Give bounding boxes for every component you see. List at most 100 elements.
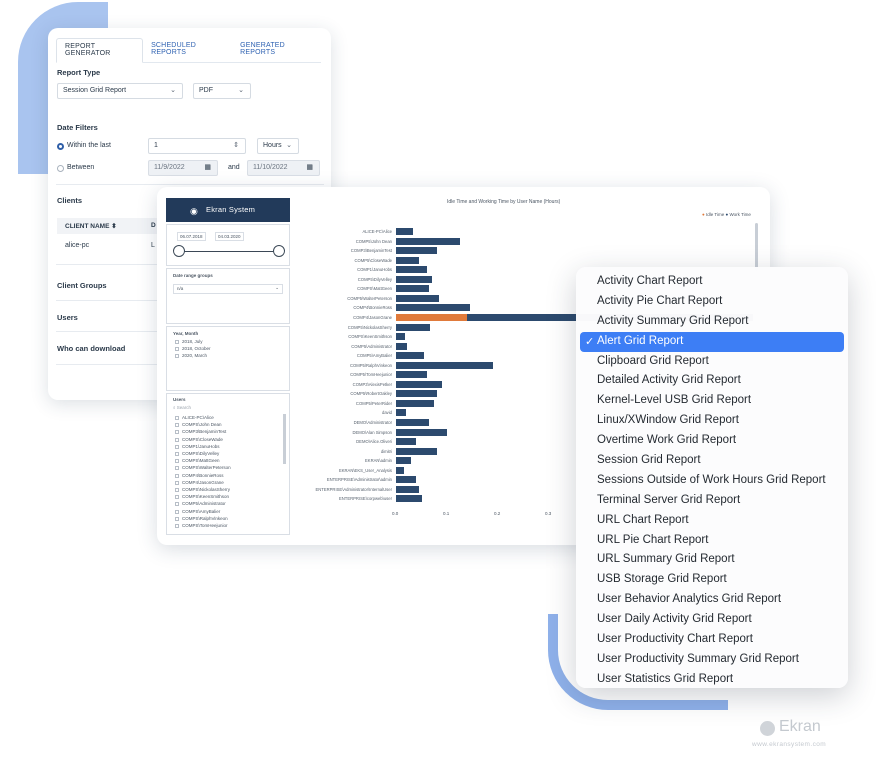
user-checkbox[interactable] <box>175 444 179 449</box>
x-tick-label: 0.2 <box>494 510 501 516</box>
bar-work[interactable] <box>396 438 417 446</box>
bar-work[interactable] <box>396 256 419 264</box>
year-month-checkbox[interactable] <box>175 340 179 344</box>
user-checkbox[interactable] <box>175 437 179 442</box>
bar-work[interactable] <box>396 342 407 350</box>
stepper-icon[interactable]: ⇕ <box>233 141 239 149</box>
dropdown-option[interactable]: USB Storage Grid Report <box>576 570 848 590</box>
client-groups-section[interactable]: Client Groups <box>57 281 107 290</box>
dropdown-option[interactable]: Session Grid Report <box>576 451 848 471</box>
bar-work[interactable] <box>396 485 419 493</box>
year-month-checkbox[interactable] <box>175 354 179 358</box>
dropdown-option[interactable]: Sessions Outside of Work Hours Grid Repo… <box>576 471 848 491</box>
user-checkbox[interactable] <box>175 473 179 478</box>
bar-work[interactable] <box>396 457 412 465</box>
user-list-item: COMP5\Administrator <box>182 501 226 507</box>
date-from-input[interactable]: 11/9/2022 ▦ <box>148 160 218 176</box>
dropdown-option[interactable]: User Behavior Analytics Grid Report <box>576 590 848 610</box>
tab-report-generator[interactable]: REPORT GENERATOR <box>56 38 144 63</box>
bar-work[interactable] <box>396 247 437 255</box>
within-value-input[interactable]: 1 ⇕ <box>148 138 246 154</box>
dropdown-option-label: Activity Summary Grid Report <box>597 314 749 327</box>
users-search-input[interactable]: ⌕ Search <box>173 405 191 410</box>
clients-label: Clients <box>57 196 83 205</box>
bar-idle[interactable] <box>396 313 468 321</box>
bar-work[interactable] <box>396 361 493 369</box>
dropdown-option[interactable]: User Productivity Summary Grid Report <box>576 650 848 670</box>
user-checkbox[interactable] <box>175 524 179 528</box>
dropdown-option[interactable]: User Statistics Grid Report <box>576 670 848 690</box>
user-checkbox[interactable] <box>175 516 179 521</box>
date-from-field[interactable]: 06.07.2018 <box>177 232 206 241</box>
unit-select[interactable]: Hours ⌄ <box>257 138 299 154</box>
year-month-checkbox[interactable] <box>175 347 179 351</box>
bar-work[interactable] <box>396 323 431 331</box>
users-section[interactable]: Users <box>57 313 78 322</box>
dropdown-option[interactable]: Overtime Work Grid Report <box>576 431 848 451</box>
bar-work[interactable] <box>396 380 442 388</box>
dropdown-option[interactable]: URL Pie Chart Report <box>576 531 848 551</box>
dropdown-option[interactable]: ✓ Alert Grid Report <box>580 331 844 352</box>
client-name-header[interactable]: CLIENT NAME ⬍ <box>57 218 157 234</box>
dropdown-option[interactable]: Activity Pie Chart Report <box>576 292 848 312</box>
tab-generated-reports[interactable]: GENERATED REPORTS <box>232 38 321 62</box>
user-checkbox[interactable] <box>175 502 179 507</box>
dropdown-option[interactable]: Terminal Server Grid Report <box>576 491 848 511</box>
dropdown-option-label: User Productivity Chart Report <box>597 633 753 646</box>
calendar-icon[interactable]: ▦ <box>306 163 313 171</box>
user-checkbox[interactable] <box>175 466 179 471</box>
dropdown-option[interactable]: URL Summary Grid Report <box>576 550 848 570</box>
dropdown-option[interactable]: Detailed Activity Grid Report <box>576 371 848 391</box>
calendar-icon[interactable]: ▦ <box>204 163 211 171</box>
bar-work[interactable] <box>396 399 435 407</box>
user-checkbox[interactable] <box>175 416 179 420</box>
bar-work[interactable] <box>396 447 437 455</box>
bar-work[interactable] <box>396 495 422 503</box>
user-checkbox[interactable] <box>175 495 179 500</box>
dropdown-option[interactable]: User Daily Activity Grid Report <box>576 610 848 630</box>
date-to-input[interactable]: 11/10/2022 ▦ <box>247 160 320 176</box>
date-to-field[interactable]: 04.03.2020 <box>215 232 244 241</box>
between-radio[interactable] <box>57 165 64 172</box>
bar-work[interactable] <box>396 390 437 398</box>
within-radio[interactable] <box>57 143 64 150</box>
user-checkbox[interactable] <box>175 459 179 464</box>
dropdown-option[interactable]: Linux/XWindow Grid Report <box>576 411 848 431</box>
dropdown-option[interactable]: URL Chart Report <box>576 511 848 531</box>
user-checkbox[interactable] <box>175 423 179 428</box>
user-checkbox[interactable] <box>175 480 179 485</box>
bar-work[interactable] <box>396 266 427 274</box>
chart-scrollbar[interactable] <box>755 223 758 271</box>
bar-work[interactable] <box>396 352 425 360</box>
dropdown-option[interactable]: Clipboard Grid Report <box>576 352 848 372</box>
range-slider-handle-left[interactable] <box>173 245 185 257</box>
user-list-item: COMPS\DilyVelley <box>182 451 220 456</box>
dropdown-option[interactable]: Activity Summary Grid Report <box>576 312 848 332</box>
who-can-download-section[interactable]: Who can download <box>57 344 125 353</box>
bar-work[interactable] <box>396 419 430 426</box>
user-checkbox[interactable] <box>175 509 179 514</box>
tab-scheduled-reports[interactable]: SCHEDULED REPORTS <box>143 38 232 62</box>
format-select[interactable]: PDF ⌄ <box>193 83 251 99</box>
bar-work[interactable] <box>396 476 417 484</box>
bar-work[interactable] <box>396 237 460 245</box>
user-checkbox[interactable] <box>175 488 179 492</box>
user-checkbox[interactable] <box>175 452 179 456</box>
dropdown-option[interactable]: Activity Chart Report <box>576 272 848 292</box>
bar-work[interactable] <box>396 333 406 341</box>
bar-work[interactable] <box>396 294 440 302</box>
bar-work[interactable] <box>396 275 432 283</box>
bar-work[interactable] <box>396 371 427 379</box>
bar-work[interactable] <box>396 466 404 474</box>
bar-work[interactable] <box>396 304 470 312</box>
bar-work[interactable] <box>396 285 430 293</box>
bar-category-label: COMP3\AlexisPetker <box>352 381 392 387</box>
user-checkbox[interactable] <box>175 430 179 435</box>
report-type-select[interactable]: Session Grid Report ⌄ <box>57 83 183 99</box>
bar-work[interactable] <box>396 428 447 436</box>
bar-work[interactable] <box>396 409 407 417</box>
dropdown-option[interactable]: Kernel-Level USB Grid Report <box>576 391 848 411</box>
bar-work[interactable] <box>396 228 414 235</box>
dropdown-option[interactable]: User Productivity Chart Report <box>576 630 848 650</box>
date-range-groups-select[interactable]: n/a ⌄ <box>173 284 283 294</box>
